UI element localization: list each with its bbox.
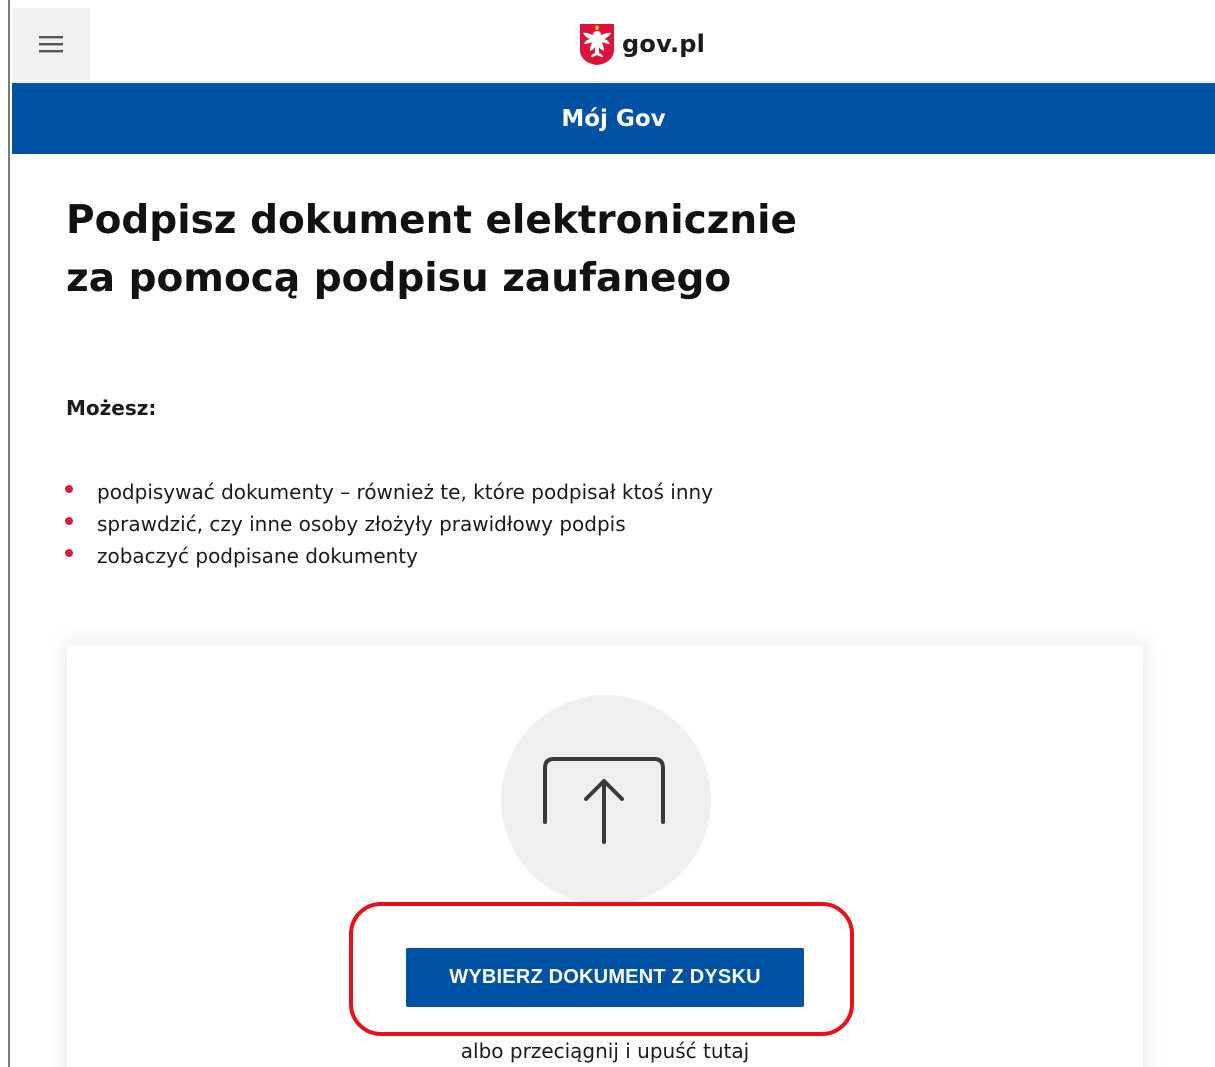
section-banner: Mój Gov [12, 83, 1215, 154]
upload-icon-circle [501, 695, 711, 905]
lead-text: Możesz: [66, 396, 157, 420]
features-list: podpisywać dokumenty – również te, które… [62, 476, 713, 572]
list-item: podpisywać dokumenty – również te, które… [62, 476, 713, 508]
gov-logo[interactable]: gov.pl [578, 22, 705, 66]
page-title-line-1: Podpisz dokument elektronicznie [66, 198, 797, 243]
upload-icon [543, 757, 665, 844]
polish-eagle-emblem-icon [580, 24, 614, 65]
window-left-edge [0, 0, 10, 1067]
logo-text: gov.pl [622, 30, 706, 58]
page: gov.pl Mój Gov Podpisz dokument elektron… [0, 0, 1215, 1067]
list-item: zobaczyć podpisane dokumenty [62, 540, 713, 572]
menu-button[interactable] [12, 8, 90, 80]
page-title: Podpisz dokument elektronicznie za pomoc… [66, 192, 926, 308]
list-item-text: zobaczyć podpisane dokumenty [97, 544, 418, 568]
list-item-text: podpisywać dokumenty – również te, które… [97, 480, 714, 504]
list-item: sprawdzić, czy inne osoby złożyły prawid… [62, 508, 713, 540]
bullet-dot-icon [65, 549, 73, 557]
list-item-text: sprawdzić, czy inne osoby złożyły prawid… [97, 512, 626, 536]
section-title[interactable]: Mój Gov [561, 106, 665, 132]
bullet-dot-icon [65, 517, 73, 525]
hamburger-menu-icon [39, 36, 63, 53]
upload-dropzone[interactable]: WYBIERZ DOKUMENT Z DYSKU albo przeciągni… [67, 645, 1143, 1067]
page-title-line-2: za pomocą podpisu zaufanego [66, 256, 732, 301]
bullet-dot-icon [65, 485, 73, 493]
top-header: gov.pl [12, 8, 1215, 82]
drop-hint-text: albo przeciągnij i upuść tutaj [460, 1039, 750, 1063]
choose-file-button[interactable]: WYBIERZ DOKUMENT Z DYSKU [406, 948, 804, 1007]
